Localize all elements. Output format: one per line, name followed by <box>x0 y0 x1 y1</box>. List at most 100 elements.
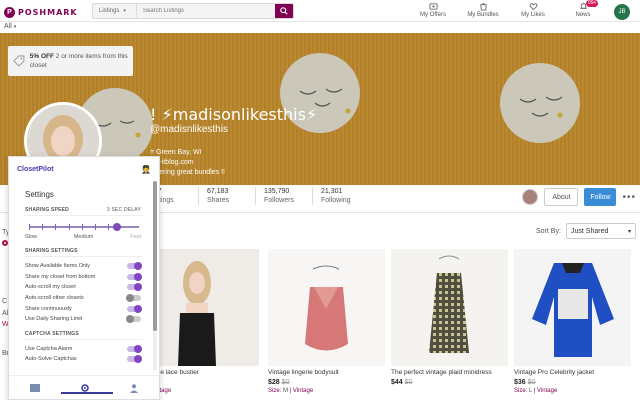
toggle-row[interactable]: Share my closet from bottom <box>23 272 143 283</box>
offers-icon <box>428 3 438 10</box>
stat-value: 21,301 <box>321 188 343 195</box>
about-button[interactable]: About <box>544 188 579 206</box>
listing-title[interactable]: The perfect vintage plaid minidress <box>391 369 508 377</box>
top-navigation: P POSHMARK Listings ▾ My Offers My Bundl… <box>0 0 640 22</box>
all-label: All <box>4 23 12 30</box>
toggle-switch[interactable] <box>127 283 142 292</box>
nav-label: My Likes <box>521 12 545 18</box>
closet-icon[interactable] <box>29 383 41 393</box>
toggle-label: Use Daily Sharing Limit <box>25 316 83 323</box>
tag-icon <box>13 55 25 67</box>
toggle-switch[interactable] <box>127 272 142 281</box>
captcha-settings-label: CAPTCHA SETTINGS <box>25 330 79 337</box>
nav-label: News <box>575 12 591 18</box>
toggle-row[interactable]: Use Daily Sharing Limit <box>23 314 143 325</box>
size-value: M <box>283 388 289 394</box>
chevron-down-icon: ▾ <box>123 8 126 14</box>
closet-discount-promo[interactable]: 5% OFF 2 or more items from this closet <box>8 46 133 76</box>
brand-value[interactable]: Vintage <box>537 388 557 394</box>
slider-knob[interactable] <box>112 223 121 231</box>
gear-icon[interactable] <box>80 383 90 393</box>
sharing-speed-slider[interactable] <box>29 222 139 232</box>
sharing-speed-label: SHARING SPEED <box>25 207 69 213</box>
listing-meta: Size: M | Vintage <box>268 388 314 394</box>
slider-labels: Slow Medium Fast <box>25 234 141 240</box>
search-scope-select[interactable]: Listings ▾ <box>93 4 137 18</box>
listing-title[interactable]: Vintage lingerie bodysuit <box>268 369 385 377</box>
original-price: $0 <box>527 379 536 386</box>
closetpilot-panel: ClosetPilot 🧑‍✈️ Settings SHARING SPEED … <box>8 156 160 400</box>
toggle-label: Share my closet from bottom <box>25 273 96 280</box>
closetpilot-scrollbar[interactable] <box>153 181 157 371</box>
logo-mark-icon: P <box>4 6 15 18</box>
toggle-switch[interactable] <box>126 294 141 303</box>
pilot-mascot-icon[interactable]: 🧑‍✈️ <box>141 165 151 174</box>
closetpilot-footer-tabs <box>9 375 159 399</box>
search-input[interactable] <box>137 4 275 18</box>
stat-value: 67,183 <box>207 188 229 195</box>
toggle-label: Use Captcha Alarm <box>25 345 73 352</box>
stat-followers[interactable]: 135,790 Followers <box>264 187 312 205</box>
closetpilot-title: ClosetPilot <box>17 165 54 173</box>
listing-image[interactable] <box>391 249 508 366</box>
listing-title[interactable]: Vintage Pro Celebrity jacket <box>514 369 631 377</box>
stat-shares[interactable]: 67,183 Shares <box>207 187 255 205</box>
toggle-row[interactable]: Share continuously <box>23 303 143 314</box>
toggle-switch[interactable] <box>127 304 142 313</box>
toggle-row[interactable]: Auto-scroll my closet <box>23 282 143 293</box>
stat-following[interactable]: 21,301 Following <box>321 187 369 205</box>
toggle-switch[interactable] <box>127 355 142 364</box>
current-price: $36 <box>514 379 526 386</box>
listing-image[interactable] <box>268 249 385 366</box>
slider-medium-label: Medium <box>73 234 94 240</box>
toggle-row[interactable]: Show Available Items Only <box>23 261 143 272</box>
more-options-icon[interactable]: ••• <box>622 192 636 203</box>
toggle-switch[interactable] <box>126 315 141 324</box>
all-categories-dropdown[interactable]: All ▾ <box>4 23 16 30</box>
listing-card[interactable]: Vintage lingerie bodysuit $28 $0 Size: M … <box>268 249 385 394</box>
nav-account[interactable]: JB <box>608 2 636 22</box>
mini-avatar[interactable] <box>522 189 539 205</box>
toggle-switch[interactable] <box>127 344 142 353</box>
heart-icon <box>529 3 537 11</box>
toggle-row[interactable]: Use Captcha Alarm <box>23 344 143 355</box>
filter-category-label: C <box>2 298 8 305</box>
settings-heading: Settings <box>25 190 54 199</box>
avatar: JB <box>614 4 630 20</box>
nav-my-bundles[interactable]: My Bundles <box>458 2 508 22</box>
bundle-icon <box>479 3 487 11</box>
nav-news[interactable]: 99+ News <box>558 0 608 22</box>
listing-price: $36 $0 <box>514 379 631 386</box>
slider-slow-label: Slow <box>25 234 37 240</box>
news-badge: 99+ <box>586 0 599 7</box>
brand-value[interactable]: Vintage <box>293 388 313 394</box>
listing-card[interactable]: Vintage Pro Celebrity jacket $36 $0 Size:… <box>514 249 631 394</box>
listing-image[interactable] <box>514 249 631 366</box>
search-button[interactable] <box>275 4 293 18</box>
user-icon[interactable] <box>129 383 139 393</box>
toggle-switch[interactable] <box>127 262 142 271</box>
closet-stats: 377Listings 67,183Shares 135,790Follower… <box>150 187 369 205</box>
poshmark-logo[interactable]: P POSHMARK <box>4 5 78 19</box>
profile-actions: About Follow ••• <box>522 188 636 206</box>
sort-select[interactable]: Just Shared ▾ <box>566 223 636 239</box>
header-nav: My Offers My Bundles My Likes 99+ News J… <box>408 0 636 22</box>
captcha-settings-section: CAPTCHA SETTINGS <box>23 329 143 340</box>
nav-my-offers[interactable]: My Offers <box>408 2 458 22</box>
stat-value: 135,790 <box>264 188 290 195</box>
listing-price: $44 $0 <box>391 379 508 386</box>
location-text: Green Bay, WI <box>156 149 202 156</box>
toggle-row[interactable]: Auto-scroll other closets <box>23 293 143 304</box>
closet-handle: @madisnlikesthis <box>150 124 228 135</box>
original-price: $0 <box>404 379 413 386</box>
toggle-row[interactable]: Auto-Solve Captchas <box>23 354 143 365</box>
listing-card[interactable]: The perfect vintage plaid minidress $44 $… <box>391 249 508 386</box>
follow-button[interactable]: Follow <box>584 188 617 206</box>
slider-fast-label: Fast <box>130 234 141 240</box>
nav-my-likes[interactable]: My Likes <box>508 2 558 22</box>
listing-price: $28 $0 <box>268 379 385 386</box>
promo-text: 5% OFF 2 or more items from this closet <box>30 52 128 70</box>
location-pin-icon: ⌾ <box>150 149 155 156</box>
closet-tagline: Offering great bundles !! <box>150 169 225 176</box>
nav-label: My Bundles <box>467 12 499 18</box>
